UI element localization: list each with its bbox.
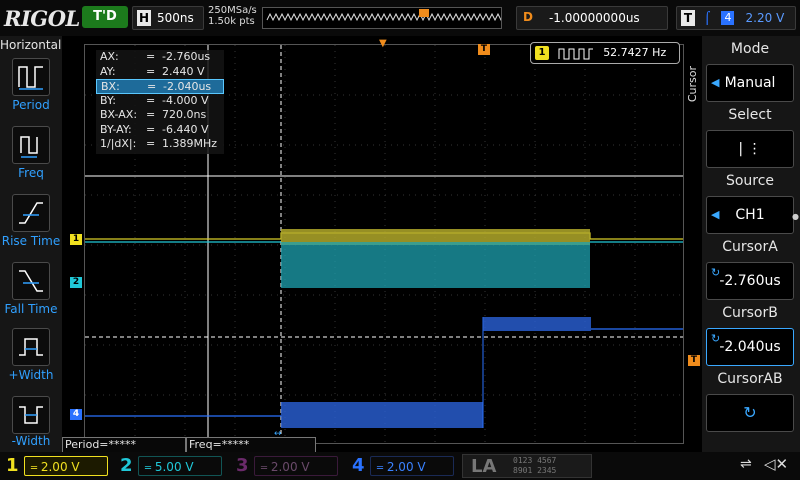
select-selector[interactable]: | ⋮	[706, 130, 794, 168]
cursor-row-ax: AX: = -2.760us	[100, 50, 211, 63]
la-channels-row1: 0123 4567	[513, 456, 557, 465]
mode-selector[interactable]: ◀ Manual	[706, 64, 794, 102]
fall-time-icon	[19, 270, 43, 292]
positive-width-label: +Width	[8, 368, 54, 382]
mode-heading: Mode	[730, 41, 770, 57]
top-status-bar: RIGOL T'D H 500ns 250MSa/s 1.50k pts D -1.…	[0, 0, 800, 36]
fall-time-button[interactable]	[12, 262, 50, 300]
rising-edge-icon: ⌠	[704, 11, 711, 25]
dc-coupling-icon: ═	[377, 463, 384, 474]
mode-value: Manual	[724, 75, 776, 91]
rotate-knob-icon: ↻	[711, 266, 721, 279]
cursor-a-value: -2.760us	[719, 273, 781, 289]
freq-label: Freq	[18, 166, 44, 180]
timebase-label: H	[137, 10, 151, 26]
ch3-scale[interactable]: ═ 2.00 V	[254, 456, 338, 476]
la-channels-row2: 8901 2345	[513, 466, 557, 475]
trigger-label: T	[681, 10, 695, 26]
ch4-offset-marker[interactable]: 4	[70, 409, 82, 420]
cursor-row-inverse-dx: 1/|dX|: = 1.389MHz	[100, 137, 218, 150]
rotate-knob-icon: ↻	[711, 332, 721, 345]
cursor-a-field[interactable]: ↻ -2.760us	[706, 262, 794, 300]
cursor-row-by: BY: = -4.000 V	[100, 93, 209, 107]
brand-logo: RIGOL	[4, 6, 80, 31]
cursor-row-bx-ax: BX-AX: = 720.0ns	[100, 108, 207, 121]
delay-value: -1.00000000us	[548, 11, 640, 25]
menu-title: Cursor	[686, 66, 699, 103]
cursor-row-ay: AY: = 2.440 V	[100, 64, 205, 78]
mute-icon[interactable]: ◁✕	[764, 455, 788, 473]
freq-icon	[20, 136, 38, 158]
negative-width-label: -Width	[11, 434, 51, 448]
rise-time-button[interactable]	[12, 194, 50, 232]
period-label: Period	[12, 98, 50, 112]
cursor-readout-panel: AX: = -2.760us AY: = 2.440 V BX: = -2.040us BY…	[96, 50, 224, 154]
freq-button[interactable]	[12, 126, 50, 164]
panel-title: Horizontal	[0, 38, 62, 52]
ch1-offset-marker[interactable]: 1	[70, 234, 82, 245]
la-label: LA	[471, 456, 497, 477]
rotate-knob-icon: ↻	[743, 403, 757, 422]
chevron-left-icon: ◀	[711, 76, 720, 89]
ch4-number[interactable]: 4	[352, 456, 365, 476]
memory-depth: 1.50k pts	[208, 16, 255, 27]
rise-time-label: Rise Time	[1, 234, 61, 248]
select-value: | ⋮	[738, 141, 762, 157]
period-button[interactable]	[12, 58, 50, 96]
square-wave-icon	[558, 48, 594, 60]
cursor-ab-heading: CursorAB	[717, 371, 783, 387]
cursor-row-by-ay: BY-AY: = -6.440 V	[100, 122, 209, 136]
delay-label: D	[523, 10, 533, 24]
counter-value: 52.7427 Hz	[603, 46, 667, 59]
side-dot-icon: ●	[792, 212, 799, 221]
memory-waveform-icon	[266, 9, 508, 22]
cursor-ab-field[interactable]: ↻	[706, 394, 794, 432]
ch2-scale[interactable]: ═ 5.00 V	[138, 456, 222, 476]
dc-coupling-icon: ═	[261, 463, 268, 474]
source-selector[interactable]: ◀ CH1	[706, 196, 794, 234]
trigger-level-marker[interactable]: T	[688, 355, 700, 366]
ch1-scale[interactable]: ═ 2.00 V	[24, 456, 108, 476]
cursor-position-arrow-icon: ↔	[274, 429, 282, 439]
source-value: CH1	[735, 207, 765, 223]
trigger-box[interactable]: T ⌠ 4 2.20 V	[676, 6, 796, 30]
period-icon	[18, 66, 43, 90]
negative-width-button[interactable]	[12, 396, 50, 434]
sample-rate: 250MSa/s	[208, 5, 257, 16]
freq-measurement[interactable]: Freq=*****	[186, 437, 316, 453]
period-measurement[interactable]: Period=*****	[62, 437, 186, 453]
rise-time-icon	[19, 202, 43, 224]
memory-overview	[262, 7, 508, 29]
run-state-badge[interactable]: T'D	[82, 6, 128, 28]
frequency-counter: 1 52.7427 Hz	[530, 42, 680, 64]
delay-box[interactable]: D -1.00000000us	[516, 6, 668, 30]
ch3-number[interactable]: 3	[236, 456, 249, 476]
timebase-value: 500ns	[157, 11, 194, 25]
acquisition-info: 250MSa/s 1.50k pts	[208, 5, 257, 27]
ch2-number[interactable]: 2	[120, 456, 133, 476]
trigger-source: 4	[721, 11, 735, 25]
logic-analyzer-panel[interactable]: LA 0123 4567 8901 2345	[462, 454, 592, 478]
trigger-position-arrow-icon: ▼	[379, 38, 387, 49]
select-heading: Select	[728, 107, 772, 123]
ch4-scale[interactable]: ═ 2.00 V	[370, 456, 454, 476]
usb-icon: ⇌	[740, 456, 752, 472]
counter-channel-badge: 1	[535, 46, 549, 60]
fall-time-label: Fall Time	[4, 302, 58, 316]
ch2-offset-marker[interactable]: 2	[70, 277, 82, 288]
positive-width-button[interactable]	[12, 328, 50, 366]
source-heading: Source	[725, 173, 775, 189]
cursor-b-value: -2.040us	[719, 339, 781, 355]
negative-width-icon	[19, 406, 43, 424]
trigger-level: 2.20 V	[745, 11, 785, 25]
cursor-b-field[interactable]: ↻ -2.040us	[706, 328, 794, 366]
cursor-row-bx: BX: = -2.040us	[96, 79, 224, 94]
trigger-time-marker[interactable]: T	[478, 44, 490, 55]
chevron-left-icon: ◀	[711, 208, 720, 221]
positive-width-icon	[19, 338, 43, 356]
dc-coupling-icon: ═	[145, 463, 152, 474]
ch1-number[interactable]: 1	[6, 456, 19, 476]
timebase-box[interactable]: H 500ns	[132, 6, 204, 30]
dc-coupling-icon: ═	[31, 463, 38, 474]
